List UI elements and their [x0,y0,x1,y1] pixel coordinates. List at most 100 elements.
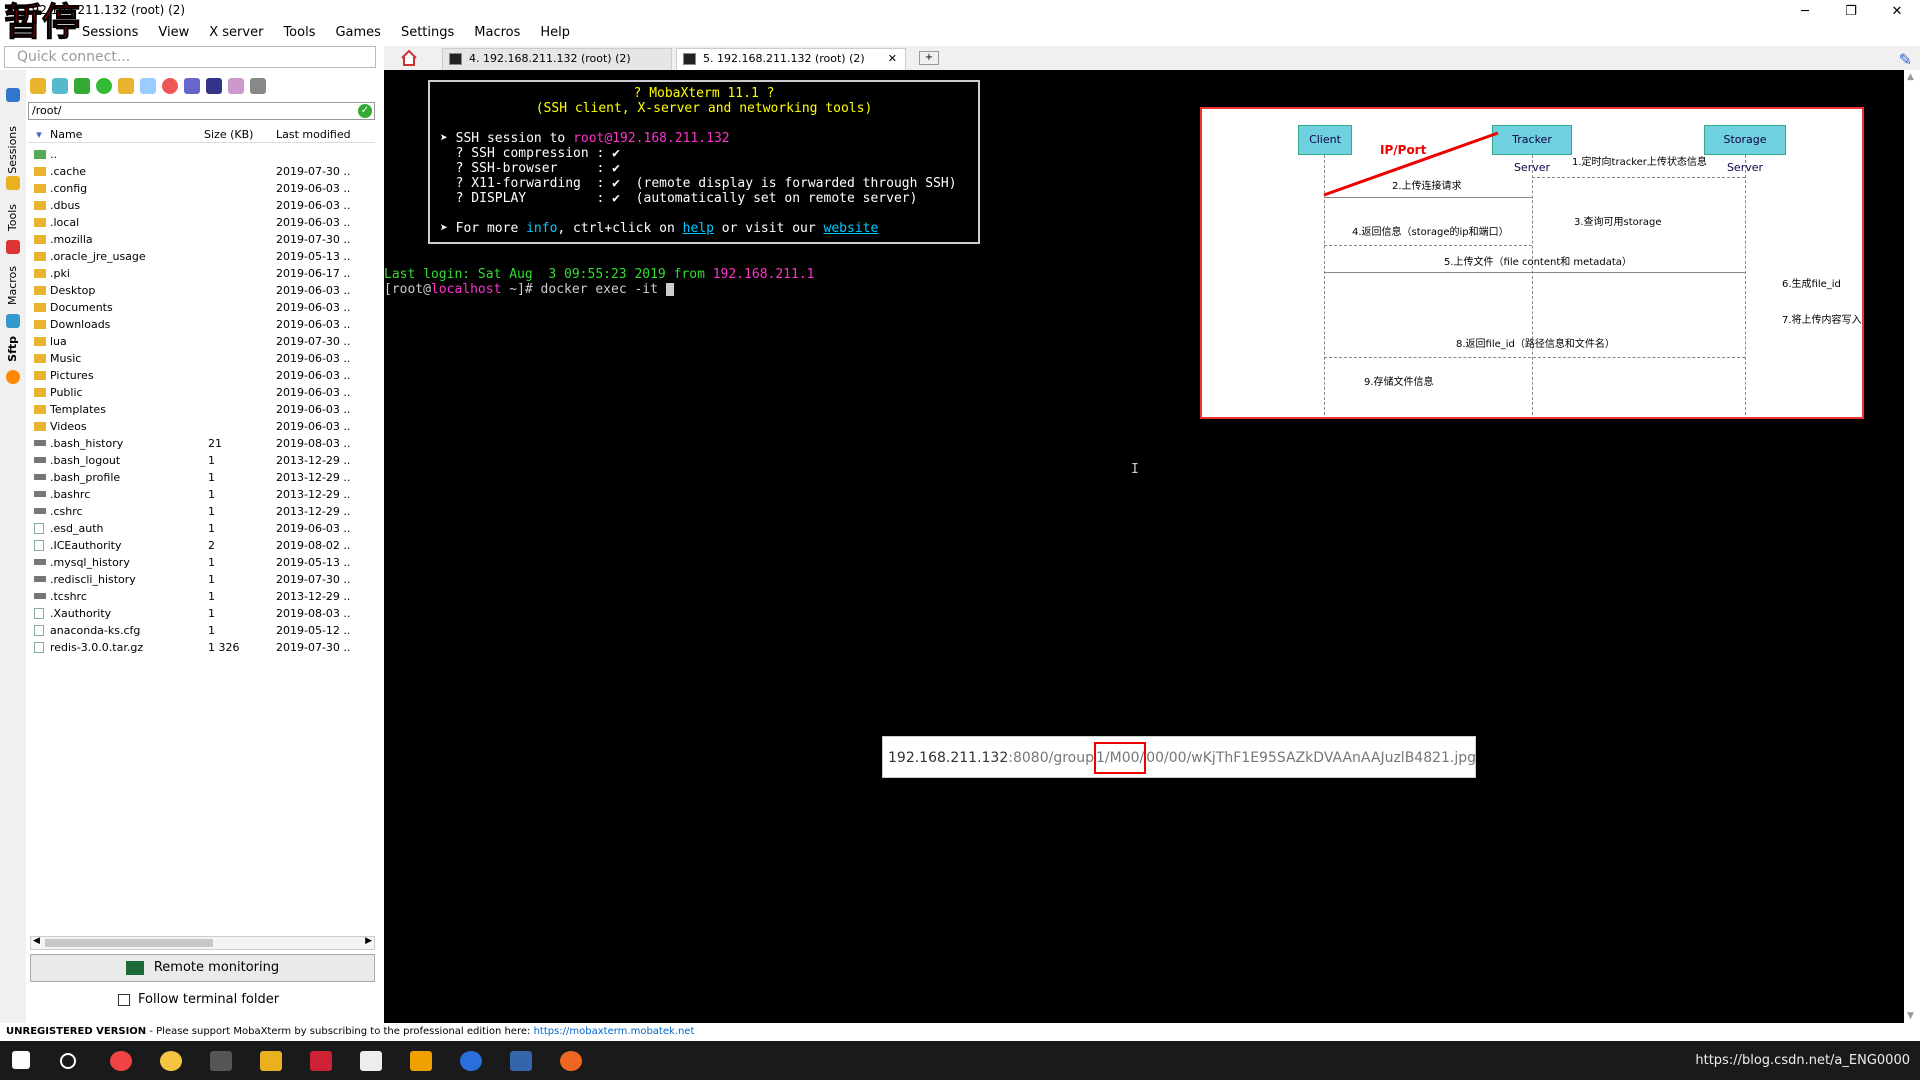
checkbox-icon[interactable] [118,993,130,1006]
scrollbar-thumb[interactable] [45,939,213,947]
menu-sessions[interactable]: Sessions [82,22,138,43]
menu-view[interactable]: View [158,22,189,43]
file-row[interactable]: .tcshrc 1 2013-12-29 .. [28,588,375,605]
file-row[interactable]: .mozilla 2019-07-30 .. [28,231,375,248]
menu-tools[interactable]: Tools [283,22,315,43]
remote-monitoring-button[interactable]: Remote monitoring [30,954,375,982]
app-icon[interactable] [160,1051,182,1071]
quick-connect-input[interactable]: Quick connect... [4,46,376,68]
minimize-button[interactable]: ─ [1782,0,1828,22]
menu-xserver[interactable]: X server [209,22,263,43]
home-icon[interactable] [400,49,418,66]
file-row[interactable]: .ICEauthority 2 2019-08-02 .. [28,537,375,554]
horizontal-scrollbar[interactable]: ◀ ▶ [30,936,375,950]
file-row[interactable]: Music 2019-06-03 .. [28,350,375,367]
scroll-up-icon[interactable]: ▲ [1907,72,1914,82]
file-row[interactable]: anaconda-ks.cfg 1 2019-05-12 .. [28,622,375,639]
file-row[interactable]: .bash_logout 1 2013-12-29 .. [28,452,375,469]
refresh-icon[interactable] [96,78,112,94]
star-icon[interactable] [6,176,20,190]
side-tab-sessions[interactable]: Sessions [6,126,19,174]
menu-games[interactable]: Games [335,22,380,43]
windows-start-icon[interactable] [12,1051,30,1069]
website-link[interactable]: website [824,221,879,236]
confirm-path-icon[interactable]: ✓ [358,104,372,118]
file-row[interactable]: Videos 2019-06-03 .. [28,418,375,435]
collapse-icon[interactable] [6,88,20,102]
file-row[interactable]: Desktop 2019-06-03 .. [28,282,375,299]
help-link[interactable]: help [683,221,714,236]
hidden-files-icon[interactable] [250,78,266,94]
msg-2: 2.上传连接请求 [1392,181,1462,192]
new-file-icon[interactable] [140,78,156,94]
open-with-icon[interactable] [228,78,244,94]
close-button[interactable]: ✕ [1874,0,1920,22]
column-name[interactable]: Name [50,126,204,142]
file-row[interactable]: .Xauthority 1 2019-08-03 .. [28,605,375,622]
file-row[interactable]: .bashrc 1 2013-12-29 .. [28,486,375,503]
file-row[interactable]: .. [28,146,375,163]
file-row[interactable]: .config 2019-06-03 .. [28,180,375,197]
follow-terminal-checkbox[interactable]: Follow terminal folder [118,992,279,1007]
file-row[interactable]: Templates 2019-06-03 .. [28,401,375,418]
column-size[interactable]: Size (KB) [204,126,276,142]
tab-close-icon[interactable]: ✕ [888,49,897,69]
file-row[interactable]: .oracle_jre_usage 2019-05-13 .. [28,248,375,265]
app-icon[interactable] [410,1051,432,1071]
scroll-left-icon[interactable]: ◀ [33,936,40,946]
scroll-down-icon[interactable]: ▼ [1907,1011,1914,1021]
sftp-icon[interactable] [6,370,20,384]
scroll-right-icon[interactable]: ▶ [365,936,372,946]
file-row[interactable]: Documents 2019-06-03 .. [28,299,375,316]
rename-icon[interactable] [184,78,200,94]
menu-settings[interactable]: Settings [401,22,454,43]
file-explorer-icon[interactable] [260,1051,282,1071]
file-row[interactable]: Pictures 2019-06-03 .. [28,367,375,384]
tab-session-5[interactable]: 5. 192.168.211.132 (root) (2) ✕ [676,48,906,70]
delete-icon[interactable] [162,78,178,94]
file-row[interactable]: redis-3.0.0.tar.gz 1 326 2019-07-30 .. [28,639,375,656]
file-row[interactable]: lua 2019-07-30 .. [28,333,375,350]
column-modified[interactable]: Last modified [276,126,375,142]
tools-icon[interactable] [6,240,20,254]
mobatek-link[interactable]: https://mobaxterm.mobatek.net [534,1026,695,1037]
typora-icon[interactable] [360,1051,382,1071]
maximize-button[interactable]: ❐ [1828,0,1874,22]
parent-folder-icon[interactable] [30,78,46,94]
side-tab-macros[interactable]: Macros [6,266,19,305]
menu-macros[interactable]: Macros [474,22,520,43]
app-icon[interactable] [460,1051,482,1071]
paperclip-icon[interactable]: ✎ [1899,50,1912,69]
file-row[interactable]: .rediscli_history 1 2019-07-30 .. [28,571,375,588]
cortana-icon[interactable] [60,1053,76,1069]
file-row[interactable]: .cache 2019-07-30 .. [28,163,375,180]
tab-session-4[interactable]: 4. 192.168.211.132 (root) (2) [442,48,672,70]
upload-icon[interactable] [74,78,90,94]
terminal-scrollbar[interactable]: ▲ ▼ [1904,70,1920,1023]
prompt-line[interactable]: [root@localhost ~]# docker exec -it [384,282,674,297]
file-row[interactable]: .mysql_history 1 2019-05-13 .. [28,554,375,571]
menu-help[interactable]: Help [540,22,570,43]
file-row[interactable]: .esd_auth 1 2019-06-03 .. [28,520,375,537]
macro-icon[interactable] [6,314,20,328]
intellij-icon[interactable] [310,1051,332,1071]
file-row[interactable]: .local 2019-06-03 .. [28,214,375,231]
file-row[interactable]: .dbus 2019-06-03 .. [28,197,375,214]
mobaxterm-icon[interactable] [210,1051,232,1071]
file-row[interactable]: Downloads 2019-06-03 .. [28,316,375,333]
file-row[interactable]: .bash_profile 1 2013-12-29 .. [28,469,375,486]
file-row[interactable]: .pki 2019-06-17 .. [28,265,375,282]
side-tab-sftp[interactable]: Sftp [6,336,19,362]
permissions-icon[interactable] [206,78,222,94]
app-icon[interactable] [510,1051,532,1071]
file-row[interactable]: Public 2019-06-03 .. [28,384,375,401]
file-row[interactable]: .cshrc 1 2013-12-29 .. [28,503,375,520]
path-input[interactable]: /root/ ✓ [28,102,375,120]
file-row[interactable]: .bash_history 21 2019-08-03 .. [28,435,375,452]
side-tab-tools[interactable]: Tools [6,204,19,231]
chrome-icon[interactable] [110,1051,132,1071]
download-icon[interactable] [52,78,68,94]
new-tab-button[interactable]: + [919,51,939,65]
postman-icon[interactable] [560,1051,582,1071]
new-folder-icon[interactable] [118,78,134,94]
